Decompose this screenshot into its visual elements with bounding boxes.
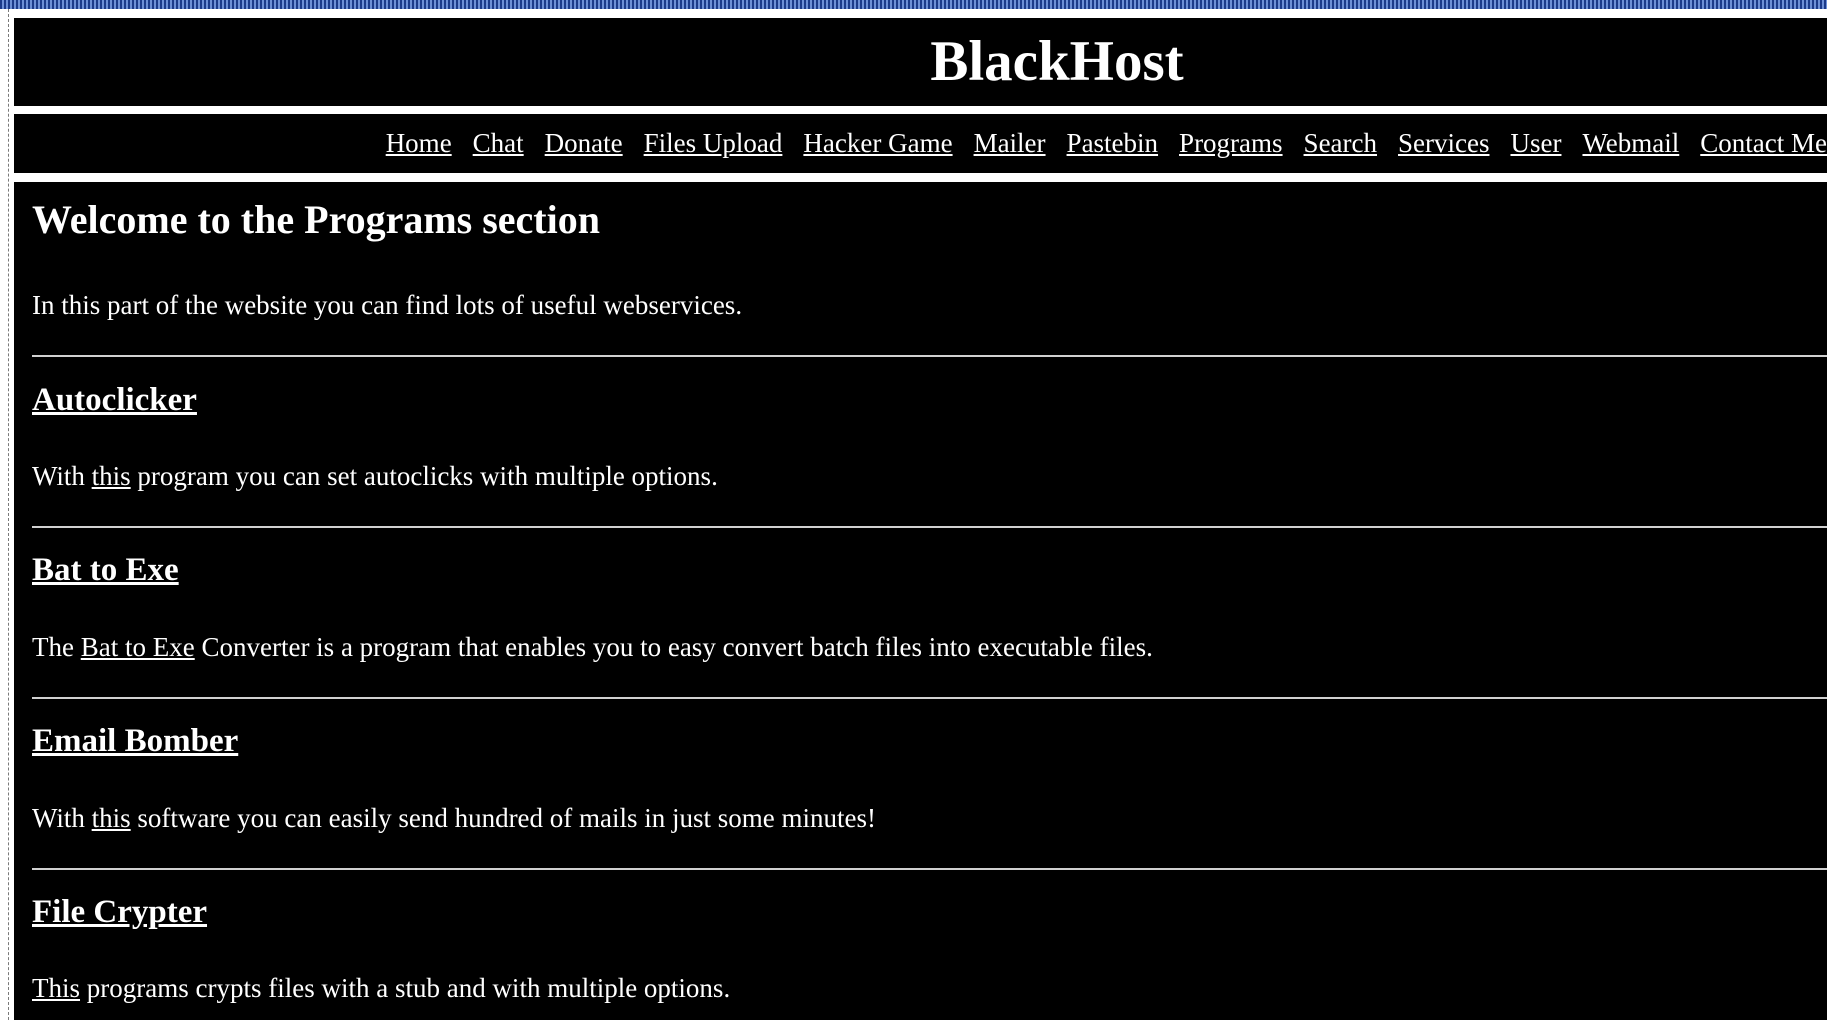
- program-title-link-file-crypter[interactable]: File Crypter: [32, 894, 207, 930]
- program-title: Autoclicker: [32, 382, 197, 419]
- description-text: software you can easily send hundred of …: [130, 803, 877, 833]
- site-title: BlackHost: [930, 30, 1184, 93]
- nav-link-webmail[interactable]: Webmail: [1582, 128, 1679, 159]
- main-content: Welcome to the Programs section In this …: [14, 182, 1827, 1020]
- nav-link-files-upload[interactable]: Files Upload: [644, 128, 783, 159]
- section-divider: [32, 868, 1827, 870]
- page-heading: Welcome to the Programs section: [32, 197, 600, 242]
- program-download-link-bat-to-exe[interactable]: Bat to Exe: [81, 632, 195, 662]
- description-text: With: [32, 461, 92, 491]
- program-title-link-bat-to-exe[interactable]: Bat to Exe: [32, 552, 179, 588]
- program-description: The Bat to Exe Converter is a program th…: [32, 632, 1153, 663]
- nav-link-services[interactable]: Services: [1398, 128, 1489, 159]
- section-divider: [32, 526, 1827, 528]
- site-header: BlackHost: [14, 18, 1827, 106]
- section-divider: [32, 355, 1827, 357]
- nav-link-mailer[interactable]: Mailer: [974, 128, 1046, 159]
- intro-text: In this part of the website you can find…: [32, 290, 743, 320]
- program-title-link-autoclicker[interactable]: Autoclicker: [32, 382, 197, 418]
- program-description: With this software you can easily send h…: [32, 803, 876, 834]
- nav-link-programs[interactable]: Programs: [1179, 128, 1283, 159]
- program-download-link-file-crypter[interactable]: This: [32, 973, 80, 1003]
- nav-link-contact-me[interactable]: Contact Me: [1700, 128, 1827, 159]
- program-download-link-email-bomber[interactable]: this: [92, 803, 131, 833]
- nav-link-user[interactable]: User: [1510, 128, 1561, 159]
- nav-link-pastebin[interactable]: Pastebin: [1067, 128, 1159, 159]
- program-title: File Crypter: [32, 894, 207, 931]
- description-text: With: [32, 803, 92, 833]
- program-description: This programs crypts files with a stub a…: [32, 973, 730, 1004]
- section-divider: [32, 697, 1827, 699]
- program-title: Email Bomber: [32, 723, 238, 760]
- program-description: With this program you can set autoclicks…: [32, 461, 718, 492]
- description-text: programs crypts files with a stub and wi…: [80, 973, 731, 1003]
- description-text: program you can set autoclicks with mult…: [130, 461, 718, 491]
- browser-top-border: [0, 0, 1827, 9]
- program-download-link-autoclicker[interactable]: this: [92, 461, 131, 491]
- browser-left-border: [0, 9, 9, 1020]
- nav-link-chat[interactable]: Chat: [473, 128, 524, 159]
- description-text: The: [32, 632, 81, 662]
- nav-link-search[interactable]: Search: [1304, 128, 1377, 159]
- nav-link-home[interactable]: Home: [386, 128, 452, 159]
- page: BlackHost Home Chat Donate Files Upload …: [14, 18, 1827, 1020]
- nav-links: Home Chat Donate Files Upload Hacker Gam…: [365, 114, 1827, 173]
- description-text: Converter is a program that enables you …: [194, 632, 1153, 662]
- nav-bar: Home Chat Donate Files Upload Hacker Gam…: [14, 114, 1827, 173]
- nav-link-donate[interactable]: Donate: [545, 128, 623, 159]
- nav-link-hacker-game[interactable]: Hacker Game: [803, 128, 952, 159]
- program-title-link-email-bomber[interactable]: Email Bomber: [32, 723, 238, 759]
- program-title: Bat to Exe: [32, 552, 179, 589]
